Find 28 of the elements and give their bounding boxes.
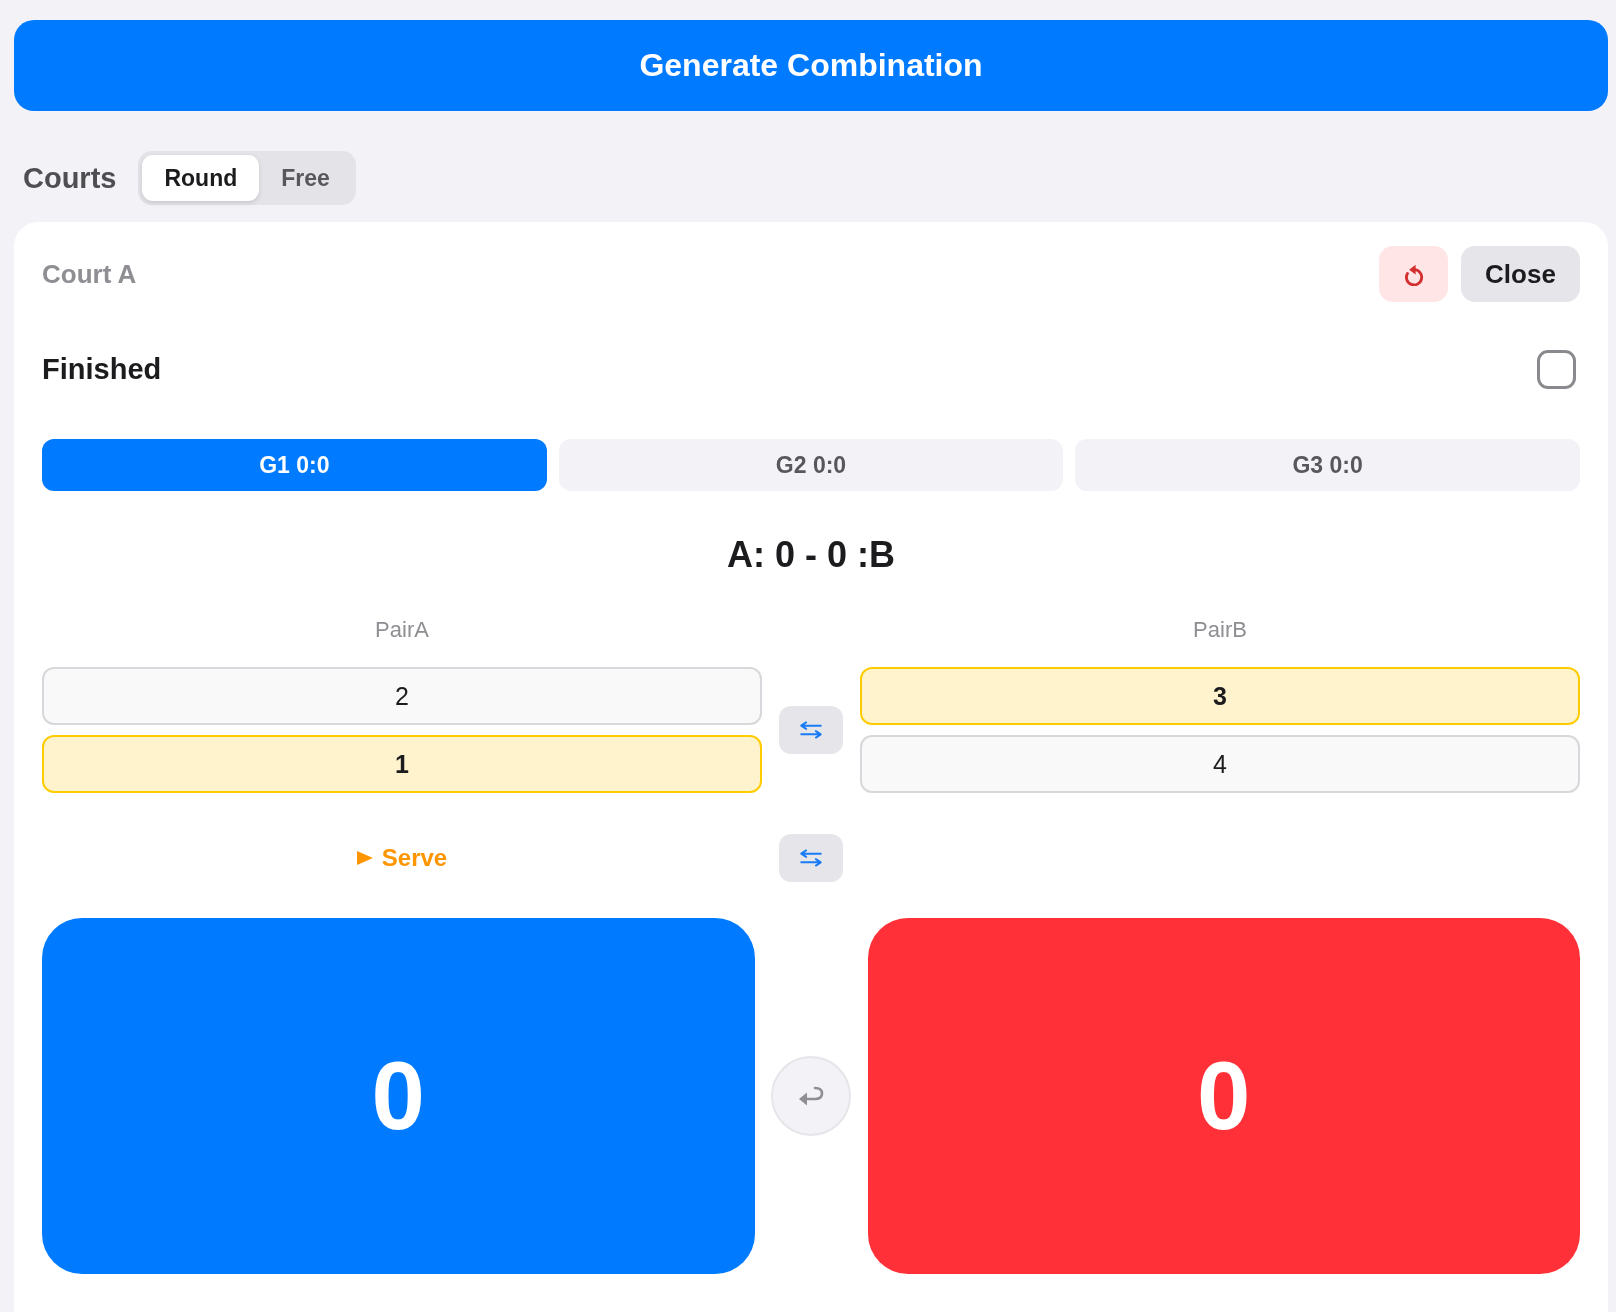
score-button[interactable]: 0 bbox=[867, 918, 1580, 1274]
return-arrow-icon bbox=[797, 1085, 825, 1107]
finished-checkbox[interactable] bbox=[1537, 349, 1576, 389]
mode-tab[interactable]: Free bbox=[259, 155, 352, 201]
player-slot[interactable]: 4 bbox=[860, 735, 1580, 793]
close-button[interactable]: Close bbox=[1461, 246, 1580, 302]
finished-label: Finished bbox=[42, 352, 162, 386]
game-tab[interactable]: G1 0:0 bbox=[42, 439, 547, 491]
player-slot[interactable]: 3 bbox=[860, 667, 1580, 725]
reset-icon bbox=[1402, 262, 1425, 286]
swap-serve-button[interactable] bbox=[779, 834, 843, 882]
player-slot[interactable]: 2 bbox=[42, 667, 762, 725]
game-tab[interactable]: G3 0:0 bbox=[1075, 439, 1580, 491]
mode-tab[interactable]: Round bbox=[142, 155, 260, 201]
pair-label: PairB bbox=[1193, 618, 1247, 642]
match-score: A: 0 - 0 :B bbox=[726, 533, 896, 577]
reset-button[interactable] bbox=[1379, 246, 1448, 302]
score-button[interactable]: 0 bbox=[42, 918, 755, 1274]
swap-icon bbox=[798, 849, 824, 867]
court-name: Court A bbox=[42, 258, 137, 290]
courts-heading: Courts bbox=[23, 161, 117, 195]
player-slot[interactable]: 1 bbox=[42, 735, 762, 793]
generate-combination-button[interactable]: Generate Combination bbox=[14, 20, 1608, 111]
game-tab[interactable]: G2 0:0 bbox=[558, 439, 1064, 491]
swap-icon bbox=[798, 721, 824, 739]
serve-label: Serve bbox=[381, 844, 448, 872]
pair-label: PairA bbox=[375, 618, 429, 642]
swap-players-button[interactable] bbox=[779, 706, 843, 754]
